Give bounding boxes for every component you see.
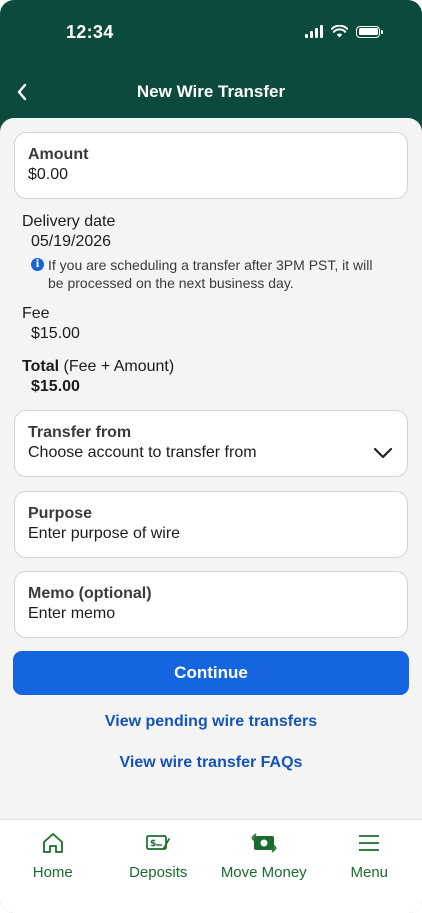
delivery-info-note: i If you are scheduling a transfer after… (31, 256, 382, 292)
fee-value: $15.00 (31, 325, 80, 342)
purpose-placeholder: Enter purpose of wire (28, 525, 181, 542)
info-icon: i (31, 258, 44, 271)
check-deposit-icon: $ (146, 835, 171, 850)
transfer-from-select[interactable]: Transfer from Choose account to transfer… (14, 410, 408, 477)
total-label: Total (22, 358, 60, 375)
page-title: New Wire Transfer (136, 82, 286, 101)
status-bar: 12:34 (0, 0, 422, 64)
total-value: $15.00 (31, 378, 80, 395)
memo-placeholder: Enter memo (28, 605, 116, 622)
cellular-signal-icon (305, 25, 323, 38)
chevron-down-icon (373, 447, 393, 459)
tab-move-money[interactable]: Move Money (211, 820, 317, 913)
view-pending-transfers-link[interactable]: View pending wire transfers (0, 713, 422, 731)
svg-text:$: $ (150, 839, 156, 849)
continue-button[interactable]: Continue (13, 651, 409, 695)
battery-icon (356, 25, 383, 38)
amount-label: Amount (28, 146, 89, 163)
tab-menu[interactable]: Menu (317, 820, 422, 913)
memo-label: Memo (optional) (28, 585, 152, 602)
hamburger-menu-icon (359, 835, 380, 851)
tab-menu-label: Menu (350, 864, 389, 881)
delivery-date-value[interactable]: 05/19/2026 (31, 233, 111, 251)
transfer-from-label: Transfer from (28, 424, 132, 441)
money-transfer-icon (251, 833, 277, 853)
tab-deposits-label: Deposits (129, 864, 188, 881)
tab-move-money-label: Move Money (220, 864, 307, 881)
transfer-from-placeholder: Choose account to transfer from (28, 444, 257, 461)
amount-value[interactable]: $0.00 (28, 165, 394, 185)
tab-home-label: Home (32, 864, 73, 881)
delivery-note-text: If you are scheduling a transfer after 3… (48, 257, 373, 291)
home-icon (42, 833, 63, 853)
purpose-field[interactable]: Purpose Enter purpose of wire (14, 491, 408, 558)
total-label-row: Total (Fee + Amount) (22, 358, 174, 376)
status-icons (305, 25, 383, 38)
wifi-icon (331, 25, 348, 38)
delivery-date-label: Delivery date (22, 213, 116, 230)
view-faqs-link[interactable]: View wire transfer FAQs (0, 754, 422, 772)
status-time: 12:34 (66, 22, 114, 42)
total-sublabel: (Fee + Amount) (63, 358, 175, 375)
purpose-label: Purpose (28, 505, 93, 522)
memo-field[interactable]: Memo (optional) Enter memo (14, 571, 408, 638)
fee-label: Fee (22, 305, 50, 322)
tab-bar: Home $ Deposits Move Money Menu (0, 819, 422, 913)
phone-screen: 12:34 New Wire Transfer Amount $0.00 Del (0, 0, 422, 913)
amount-field[interactable]: Amount $0.00 (14, 132, 408, 199)
tab-deposits[interactable]: $ Deposits (106, 820, 212, 913)
form-sheet: Amount $0.00 Delivery date 05/19/2026 i … (0, 118, 422, 913)
nav-bar: New Wire Transfer (0, 64, 422, 120)
tab-home[interactable]: Home (0, 820, 106, 913)
